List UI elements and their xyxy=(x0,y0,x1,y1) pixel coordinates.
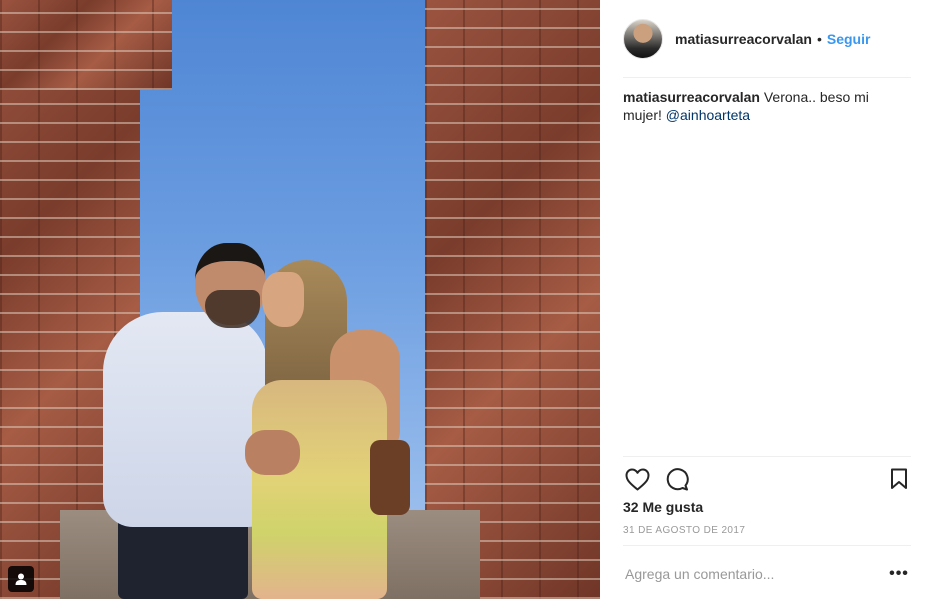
caption-mention[interactable]: @ainhoarteta xyxy=(666,107,750,123)
actions-divider xyxy=(623,456,911,457)
man-shirt xyxy=(103,312,268,527)
woman-face xyxy=(262,272,304,327)
avatar[interactable] xyxy=(623,19,663,59)
comment-bubble-icon[interactable] xyxy=(663,465,691,493)
action-bar xyxy=(623,465,911,493)
comment-divider xyxy=(623,545,911,546)
man-beard xyxy=(205,290,260,328)
user-tag-icon[interactable] xyxy=(8,566,34,592)
header-divider xyxy=(623,77,911,78)
separator-dot: • xyxy=(816,31,822,47)
comment-box: ••• xyxy=(623,556,911,592)
header-username[interactable]: matiasurreacorvalan xyxy=(675,31,812,47)
post-date[interactable]: 31 DE AGOSTO DE 2017 xyxy=(623,525,745,536)
follow-button[interactable]: Seguir xyxy=(827,31,871,47)
caption-username[interactable]: matiasurreacorvalan xyxy=(623,89,760,105)
post-side-panel: matiasurreacorvalan • Seguir matiasurrea… xyxy=(600,0,936,599)
woman-dress xyxy=(252,380,387,599)
brick-wall-left-top xyxy=(0,0,172,90)
comment-input[interactable] xyxy=(623,566,887,582)
woman-bag xyxy=(370,440,410,515)
post-header: matiasurreacorvalan • Seguir xyxy=(623,17,911,61)
caption: matiasurreacorvalan Verona.. beso mi muj… xyxy=(623,88,903,124)
heart-icon[interactable] xyxy=(623,465,651,493)
likes-count[interactable]: 32 Me gusta xyxy=(623,499,703,515)
more-options-button[interactable]: ••• xyxy=(887,562,911,586)
post-photo[interactable] xyxy=(0,0,600,599)
bookmark-icon[interactable] xyxy=(885,465,913,493)
instagram-post: matiasurreacorvalan • Seguir matiasurrea… xyxy=(0,0,936,599)
hands xyxy=(245,430,300,475)
